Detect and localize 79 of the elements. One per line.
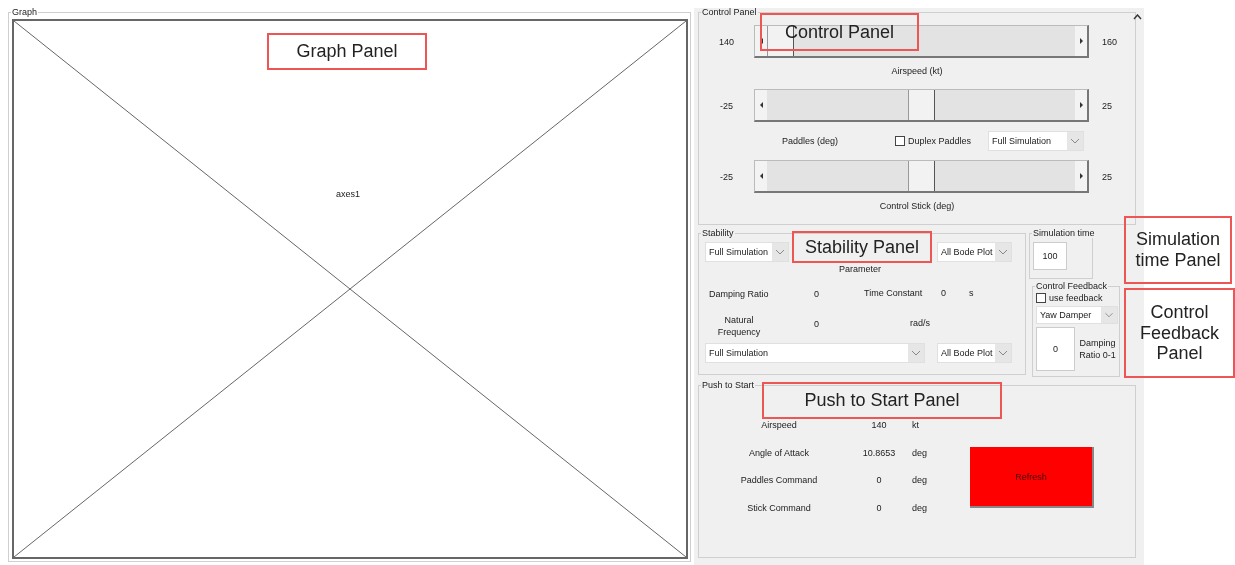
panel-title: Control Panel bbox=[701, 8, 758, 17]
parameter-heading: Parameter bbox=[839, 264, 882, 274]
slider[interactable] bbox=[754, 89, 1089, 122]
left-arrow-icon bbox=[759, 38, 763, 44]
unit-label: deg bbox=[911, 447, 929, 460]
caret-icon bbox=[908, 344, 924, 362]
panel-title: Simulation time bbox=[1032, 229, 1096, 238]
collapse-icon[interactable] bbox=[1133, 14, 1142, 20]
slider-min-value: -25 bbox=[719, 100, 734, 111]
left-arrow-button[interactable] bbox=[755, 161, 767, 191]
readout-value: 0 bbox=[875, 502, 883, 515]
caret-icon bbox=[1101, 307, 1117, 323]
right-arrow-button[interactable] bbox=[1075, 161, 1087, 191]
caret-icon bbox=[1067, 132, 1084, 150]
checkbox-label: Duplex Paddles bbox=[908, 136, 972, 146]
readout-value: 140 bbox=[870, 420, 888, 432]
readout-label: Angle of Attack bbox=[747, 447, 810, 460]
parameter-value: 0 bbox=[814, 289, 819, 299]
readout-label: Stick Command bbox=[746, 502, 812, 515]
slider-min-value: 140 bbox=[718, 36, 735, 47]
slider-min-value: -25 bbox=[719, 171, 734, 182]
readout-value: 0 bbox=[875, 475, 883, 487]
slider[interactable] bbox=[754, 25, 1089, 58]
annotation-callout: Graph Panel bbox=[267, 33, 427, 70]
input-field[interactable]: 0 bbox=[1036, 327, 1075, 371]
right-arrow-button[interactable] bbox=[1075, 26, 1087, 56]
slider-thumb[interactable] bbox=[907, 161, 935, 191]
dropdown[interactable]: Full Simulation bbox=[988, 131, 1085, 151]
readout-label: Airspeed bbox=[760, 420, 798, 432]
panel-title: Control Feedback bbox=[1035, 282, 1109, 291]
dropdown[interactable]: Full Simulation bbox=[705, 343, 925, 363]
annotation-callout: Simulation time Panel bbox=[1124, 216, 1232, 284]
field-label: Damping Ratio 0-1 bbox=[1079, 337, 1116, 361]
dropdown[interactable]: All Bode Plot bbox=[937, 242, 1012, 262]
slider-label: Airspeed (kt) bbox=[890, 65, 944, 78]
slider-max-value: 160 bbox=[1101, 36, 1119, 47]
slider-thumb[interactable] bbox=[907, 90, 935, 120]
panel-title: Graph bbox=[11, 8, 38, 17]
left-arrow-icon bbox=[759, 173, 763, 179]
dropdown[interactable]: Yaw Damper bbox=[1036, 306, 1118, 324]
unit-label: kt bbox=[911, 420, 920, 432]
parameter-label: Damping Ratio bbox=[709, 289, 769, 299]
axes-label: axes1 bbox=[336, 189, 361, 199]
left-arrow-button[interactable] bbox=[755, 90, 767, 120]
dropdown[interactable]: Full Simulation bbox=[705, 242, 789, 262]
left-arrow-icon bbox=[759, 102, 763, 108]
checkbox[interactable] bbox=[895, 136, 905, 146]
unit-label: deg bbox=[911, 502, 929, 515]
right-arrow-icon bbox=[1079, 102, 1083, 108]
checkbox[interactable] bbox=[1036, 293, 1046, 303]
checkbox-label: use feedback bbox=[1049, 293, 1103, 303]
annotation-callout: Control Feedback Panel bbox=[1124, 288, 1235, 378]
caret-icon bbox=[995, 344, 1011, 362]
annotation-callout: Push to Start Panel bbox=[762, 382, 1002, 419]
slider-label: Paddles (deg) bbox=[782, 136, 840, 146]
readout-value: 10.8653 bbox=[861, 447, 897, 460]
parameter-value: 0 bbox=[941, 288, 946, 298]
right-arrow-icon bbox=[1079, 38, 1083, 44]
right-arrow-button[interactable] bbox=[1075, 90, 1087, 120]
caret-icon bbox=[772, 243, 788, 261]
readout-label: Paddles Command bbox=[739, 475, 819, 487]
panel-title: Stability bbox=[701, 229, 735, 238]
refresh-button[interactable]: Refresh bbox=[970, 447, 1094, 508]
parameter-label: Natural Frequency bbox=[716, 314, 762, 338]
parameter-value: 0 bbox=[814, 319, 819, 329]
parameter-label: Time Constant bbox=[864, 288, 923, 298]
slider-max-value: 25 bbox=[1101, 171, 1113, 182]
annotation-callout: Stability Panel bbox=[792, 231, 932, 263]
dropdown[interactable]: All Bode Plot bbox=[937, 343, 1012, 363]
input-field[interactable]: 100 bbox=[1033, 242, 1067, 270]
slider-max-value: 25 bbox=[1101, 100, 1113, 111]
slider[interactable] bbox=[754, 160, 1089, 193]
caret-icon bbox=[995, 243, 1011, 261]
unit-label: rad/s bbox=[910, 318, 930, 328]
slider-label: Control Stick (deg) bbox=[878, 200, 956, 213]
right-arrow-icon bbox=[1079, 173, 1083, 179]
panel-title: Push to Start bbox=[701, 381, 756, 390]
unit-label: deg bbox=[911, 475, 929, 487]
unit-label: s bbox=[969, 288, 974, 298]
